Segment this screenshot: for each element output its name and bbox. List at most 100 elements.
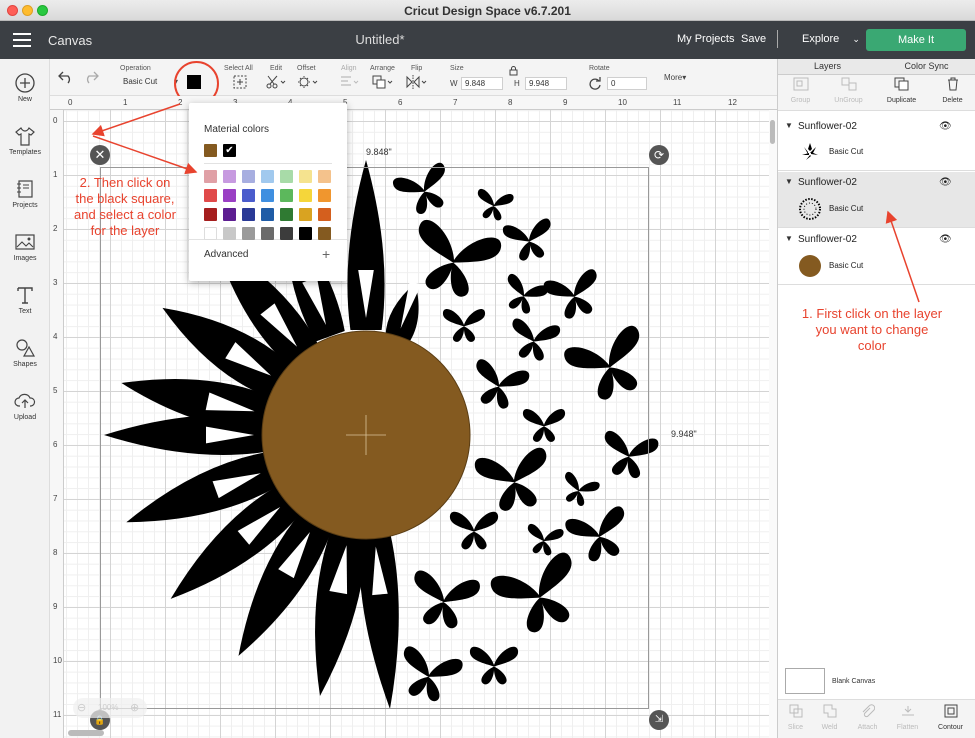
- undo-icon[interactable]: [58, 70, 74, 84]
- palette-color-swatch[interactable]: [261, 189, 274, 202]
- palette-color-swatch[interactable]: [299, 227, 312, 240]
- palette-color-swatch[interactable]: [242, 189, 255, 202]
- weld-button[interactable]: Weld: [812, 704, 847, 731]
- palette-color-swatch[interactable]: [242, 227, 255, 240]
- palette-color-swatch[interactable]: [223, 170, 236, 183]
- arrange-icon[interactable]: [372, 75, 394, 89]
- palette-color-swatch[interactable]: [261, 208, 274, 221]
- eye-icon[interactable]: 👁: [939, 177, 952, 188]
- slice-button[interactable]: Slice: [778, 704, 813, 731]
- sidebar-item-projects[interactable]: Projects: [0, 178, 50, 209]
- layer-operation: Basic Cut: [829, 261, 864, 270]
- my-projects-link[interactable]: My Projects: [677, 33, 734, 45]
- notebook-icon: [17, 180, 33, 198]
- save-link[interactable]: Save: [741, 33, 766, 45]
- palette-color-swatch[interactable]: [204, 208, 217, 221]
- palette-color-swatch[interactable]: [318, 227, 331, 240]
- palette-color-swatch[interactable]: [261, 227, 274, 240]
- palette-color-swatch[interactable]: [223, 208, 236, 221]
- palette-color-swatch[interactable]: [318, 170, 331, 183]
- tool-label: Weld: [821, 724, 838, 731]
- ungroup-button[interactable]: UnGroup: [826, 77, 871, 104]
- align-icon[interactable]: [340, 75, 360, 89]
- palette-color-swatch[interactable]: [261, 170, 274, 183]
- advanced-toggle[interactable]: Advanced: [204, 249, 248, 260]
- recent-color-swatch-selected[interactable]: ✔: [223, 144, 236, 157]
- tab-color-sync[interactable]: Color Sync: [877, 61, 975, 71]
- rotate-handle-icon[interactable]: ⟳: [649, 145, 669, 165]
- eye-icon[interactable]: 👁: [939, 234, 952, 245]
- offset-icon[interactable]: [297, 75, 319, 89]
- redo-icon[interactable]: [83, 70, 99, 84]
- horizontal-scroll-thumb[interactable]: [68, 730, 104, 736]
- delete-button[interactable]: Delete: [930, 77, 975, 104]
- make-it-button[interactable]: Make It: [866, 29, 966, 51]
- rotate-input[interactable]: 0: [607, 77, 647, 90]
- zoom-level: 100%: [98, 703, 119, 712]
- palette-color-swatch[interactable]: [280, 208, 293, 221]
- layer-item[interactable]: ▼ Sunflower-02 👁 Basic Cut: [778, 229, 975, 285]
- layer-collapse-icon[interactable]: ▼: [785, 121, 793, 130]
- palette-color-swatch[interactable]: [318, 189, 331, 202]
- explore-link[interactable]: Explore ⌄: [802, 33, 860, 45]
- layer-collapse-icon[interactable]: ▼: [785, 234, 793, 243]
- palette-color-swatch[interactable]: [299, 189, 312, 202]
- palette-color-swatch[interactable]: [204, 189, 217, 202]
- edit-toolbar: Operation Basic Cut ▾ Select All Edit Of…: [50, 59, 777, 96]
- layer-item-selected[interactable]: ▼ Sunflower-02 👁 Basic Cut: [778, 172, 975, 228]
- palette-color-swatch[interactable]: [280, 227, 293, 240]
- layer-collapse-icon[interactable]: ▼: [785, 177, 793, 186]
- palette-color-swatch[interactable]: [242, 208, 255, 221]
- contour-button[interactable]: Contour: [933, 704, 968, 731]
- ruler-tick-label: 2: [53, 224, 58, 233]
- vertical-scrollbar[interactable]: [769, 110, 777, 738]
- width-input[interactable]: 9.848: [461, 77, 503, 90]
- palette-color-swatch[interactable]: [204, 227, 217, 240]
- tab-layers[interactable]: Layers: [778, 61, 877, 71]
- delete-selection-close-icon[interactable]: ✕: [90, 145, 110, 165]
- palette-color-swatch[interactable]: [280, 189, 293, 202]
- sidebar-item-shapes[interactable]: Shapes: [0, 337, 50, 368]
- edit-scissors-icon[interactable]: [266, 75, 286, 89]
- layer-item[interactable]: ▼ Sunflower-02 👁 Basic Cut: [778, 116, 975, 171]
- palette-color-swatch[interactable]: [280, 170, 293, 183]
- advanced-plus-icon[interactable]: +: [322, 246, 330, 262]
- palette-color-swatch[interactable]: [299, 208, 312, 221]
- blank-canvas-label: Blank Canvas: [832, 678, 876, 685]
- zoom-out-icon[interactable]: ⊖: [77, 701, 86, 714]
- palette-color-swatch[interactable]: [318, 208, 331, 221]
- height-input[interactable]: 9.948: [525, 77, 567, 90]
- resize-handle-icon[interactable]: ⇲: [649, 710, 669, 730]
- lock-icon[interactable]: [509, 66, 518, 76]
- tool-label: Slice: [787, 724, 804, 731]
- palette-color-swatch[interactable]: [299, 170, 312, 183]
- eye-icon[interactable]: 👁: [939, 121, 952, 132]
- selection-bounding-box[interactable]: [100, 167, 649, 709]
- palette-color-swatch[interactable]: [242, 170, 255, 183]
- width-label: W: [450, 79, 458, 88]
- flatten-button[interactable]: Flatten: [890, 704, 925, 731]
- rotate-icon[interactable]: [588, 76, 602, 90]
- group-button[interactable]: Group: [778, 77, 823, 104]
- duplicate-button[interactable]: Duplicate: [879, 77, 924, 104]
- flip-icon[interactable]: [406, 75, 428, 89]
- attach-button[interactable]: Attach: [850, 704, 885, 731]
- palette-color-swatch[interactable]: [223, 189, 236, 202]
- sidebar-item-images[interactable]: Images: [0, 231, 50, 262]
- palette-color-swatch[interactable]: [204, 170, 217, 183]
- vertical-scroll-thumb[interactable]: [770, 120, 775, 144]
- blank-canvas-thumbnail[interactable]: [785, 668, 825, 694]
- ruler-tick-label: 7: [453, 98, 458, 107]
- sidebar-item-upload[interactable]: Upload: [0, 390, 50, 421]
- palette-color-swatch[interactable]: [223, 227, 236, 240]
- document-title[interactable]: Untitled*: [0, 32, 760, 47]
- select-all-icon[interactable]: [233, 75, 247, 89]
- sidebar-item-new[interactable]: New: [0, 72, 50, 103]
- ruler-tick-label: 11: [673, 98, 682, 107]
- sidebar-item-text[interactable]: Text: [0, 284, 50, 315]
- zoom-in-icon[interactable]: ⊕: [130, 701, 139, 714]
- operation-select[interactable]: Basic Cut: [120, 76, 170, 89]
- recent-color-swatch[interactable]: [204, 144, 217, 157]
- more-menu[interactable]: More▾: [664, 73, 686, 82]
- sidebar-item-templates[interactable]: Templates: [0, 125, 50, 156]
